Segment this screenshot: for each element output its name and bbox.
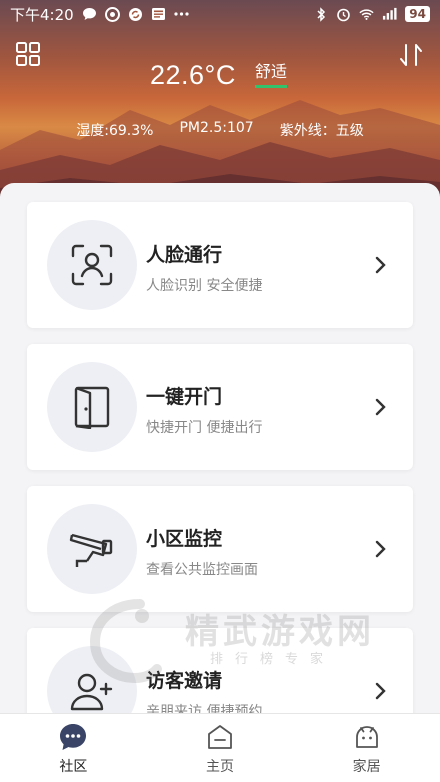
temperature-value: 22.6°C [150, 60, 236, 90]
tab-label: 社区 [59, 759, 88, 775]
card-subtitle: 人脸识别 安全便捷 [146, 278, 263, 294]
status-time: 下午4:20 [10, 5, 74, 24]
card-title: 一键开门 [146, 386, 223, 408]
face-scan-icon [47, 220, 137, 310]
add-visitor-icon [47, 646, 137, 713]
feature-list: 人脸通行 人脸识别 安全便捷 一键开门 快捷开门 便捷出行 小区监控 查看公共监… [0, 183, 440, 713]
visitor-invite-card[interactable]: 访客邀请 亲朋来访 便捷预约 [27, 628, 413, 713]
cctv-camera-icon [47, 504, 137, 594]
card-subtitle: 快捷开门 便捷出行 [146, 420, 263, 436]
tab-label: 家居 [352, 759, 381, 775]
humidity-value: 湿度:69.3% [76, 123, 154, 139]
message-icon [82, 7, 97, 22]
chevron-right-icon [375, 256, 386, 274]
android-robot-icon [352, 722, 382, 752]
door-icon [47, 362, 137, 452]
chevron-right-icon [375, 682, 386, 700]
sync-icon [128, 7, 143, 22]
weather-stats: 湿度:69.3% PM2.5:107 紫外线：五级 [0, 120, 440, 140]
card-title: 小区监控 [146, 528, 223, 550]
sort-arrows-icon[interactable] [398, 42, 424, 68]
chevron-right-icon [375, 398, 386, 416]
grid-menu-icon[interactable] [16, 42, 40, 66]
community-monitor-card[interactable]: 小区监控 查看公共监控画面 [27, 486, 413, 612]
status-bar: 下午4:20 94 [0, 0, 440, 28]
card-title: 人脸通行 [146, 244, 223, 266]
pm25-value: PM2.5:107 [179, 120, 254, 136]
bluetooth-icon [313, 6, 328, 22]
weather-header [0, 0, 440, 205]
circle-app-icon [104, 6, 120, 22]
wifi-icon [359, 7, 374, 22]
news-icon [151, 7, 166, 22]
signal-icon [382, 7, 397, 22]
tab-smart-home[interactable]: 家居 [293, 714, 440, 782]
alarm-icon [336, 7, 351, 22]
uv-index-value: 紫外线：五级 [279, 123, 364, 139]
face-access-card[interactable]: 人脸通行 人脸识别 安全便捷 [27, 202, 413, 328]
tab-label: 主页 [206, 759, 234, 775]
bottom-tab-bar: 社区 主页 家居 [0, 713, 440, 782]
one-key-open-card[interactable]: 一键开门 快捷开门 便捷出行 [27, 344, 413, 470]
home-icon [205, 722, 235, 752]
comfort-level: 舒适 [255, 58, 288, 88]
more-dots-icon [174, 7, 189, 22]
tab-community[interactable]: 社区 [0, 714, 147, 782]
card-title: 访客邀请 [146, 670, 223, 692]
battery-level: 94 [405, 6, 430, 22]
chat-bubble-icon [58, 722, 88, 752]
card-subtitle: 亲朋来访 便捷预约 [146, 704, 263, 713]
chevron-right-icon [375, 540, 386, 558]
card-subtitle: 查看公共监控画面 [146, 562, 258, 578]
tab-home[interactable]: 主页 [147, 714, 294, 782]
